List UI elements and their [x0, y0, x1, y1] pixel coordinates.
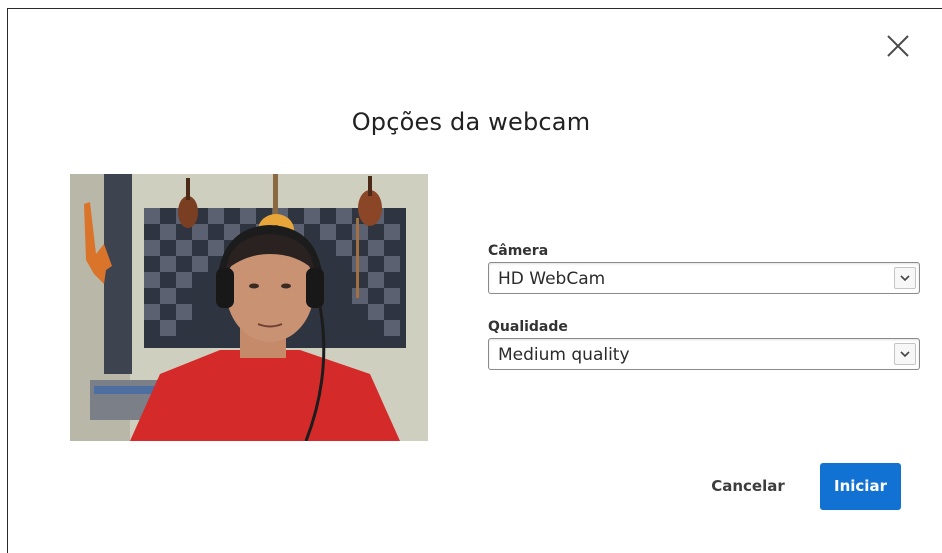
webcam-preview: [70, 174, 428, 441]
start-button[interactable]: Iniciar: [820, 463, 901, 510]
close-icon: [887, 35, 909, 57]
webcam-preview-image: [70, 174, 428, 441]
close-button[interactable]: [886, 34, 910, 58]
chevron-down-icon: [894, 343, 916, 365]
quality-select-value: Medium quality: [498, 345, 630, 365]
camera-field: Câmera HD WebCam: [488, 240, 920, 294]
camera-select-value: HD WebCam: [498, 269, 606, 289]
chevron-down-icon: [894, 267, 916, 289]
dialog-title: Opções da webcam: [351, 108, 591, 136]
quality-label: Qualidade: [488, 319, 568, 335]
camera-select[interactable]: HD WebCam: [488, 262, 920, 294]
quality-field: Qualidade Medium quality: [488, 316, 920, 370]
camera-label: Câmera: [488, 243, 549, 259]
cancel-button[interactable]: Cancelar: [706, 466, 790, 506]
quality-select[interactable]: Medium quality: [488, 338, 920, 370]
